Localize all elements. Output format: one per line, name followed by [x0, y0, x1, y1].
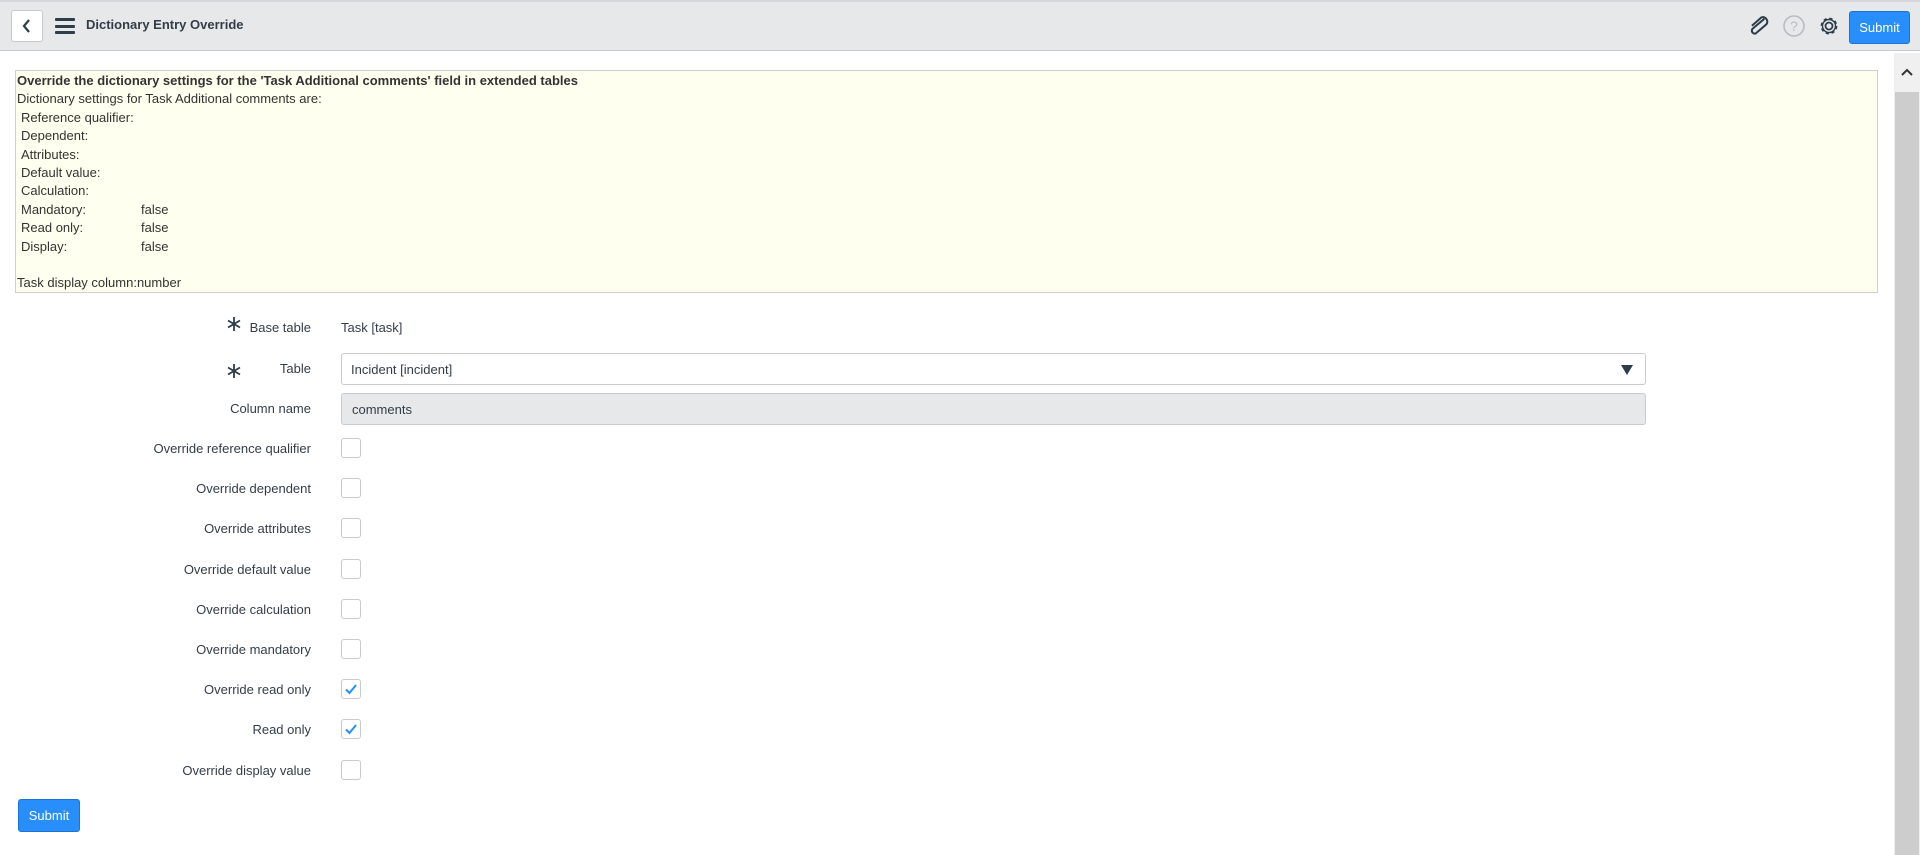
scroll-up-button[interactable] [1894, 53, 1920, 91]
gear-icon[interactable] [1817, 14, 1841, 38]
form-row-column-name: Column name comments [0, 393, 1660, 425]
chevron-up-icon [1901, 68, 1913, 76]
dictionary-info-box: Override the dictionary settings for the… [15, 70, 1878, 293]
form-row-checkbox: Override mandatory [0, 639, 1660, 661]
checkbox-label: Override mandatory [196, 642, 311, 657]
form-row-checkbox: Override display value [0, 759, 1660, 782]
override-checkbox[interactable] [341, 558, 361, 579]
override-checkbox[interactable] [341, 598, 361, 619]
table-label: Table [279, 361, 311, 376]
setting-row: Dependent: [17, 127, 1876, 145]
setting-key: Display: [21, 238, 68, 254]
override-checkbox[interactable] [341, 639, 361, 659]
required-icon [227, 317, 241, 331]
checkbox-label: Read only [252, 722, 311, 738]
override-checkbox[interactable] [341, 438, 361, 458]
required-icon [227, 364, 241, 378]
header-submit-button[interactable]: Submit [1849, 11, 1910, 44]
info-intro: Dictionary settings for Task Additional … [17, 91, 322, 107]
info-heading: Override the dictionary settings for the… [17, 73, 578, 88]
setting-row: Reference qualifier: [17, 109, 1876, 127]
table-select-value: Incident [incident] [351, 362, 453, 377]
form-row-checkbox: Override calculation [0, 598, 1660, 621]
back-icon [22, 19, 30, 33]
checkbox-label: Override dependent [196, 481, 311, 497]
form-row-checkbox: Override read only [0, 679, 1660, 701]
checkmark-icon [345, 684, 357, 695]
checkbox-label: Override calculation [196, 601, 311, 617]
form-row-base-table: Base table Task [task] [0, 312, 1660, 344]
override-checkbox[interactable] [341, 518, 361, 539]
override-checkbox[interactable] [341, 679, 361, 700]
override-checkbox[interactable] [341, 719, 361, 740]
back-button[interactable] [11, 10, 43, 42]
table-select[interactable]: Incident [incident] [341, 353, 1646, 385]
attachment-icon[interactable] [1747, 14, 1771, 38]
setting-key: Read only: [21, 220, 84, 236]
form-row-checkbox: Override dependent [0, 478, 1660, 500]
setting-row: Attributes: [17, 146, 1876, 164]
base-table-value: Task [task] [341, 320, 403, 335]
setting-key: Dependent: [21, 128, 89, 144]
svg-text:?: ? [1790, 18, 1798, 34]
help-icon[interactable]: ? [1782, 14, 1806, 38]
checkbox-label: Override read only [204, 682, 311, 698]
setting-key: Default value: [21, 165, 101, 181]
column-name-label: Column name [230, 401, 311, 416]
form-row-table: Table Incident [incident] [0, 353, 1660, 385]
checkbox-label: Override default value [183, 561, 311, 577]
setting-key: Calculation: [21, 183, 89, 199]
page-title: Dictionary Entry Override [86, 17, 244, 32]
setting-value: false [141, 220, 169, 236]
dropdown-arrow-icon [1621, 365, 1633, 375]
setting-row: Display: false [17, 238, 1876, 256]
column-name-field[interactable]: comments [341, 393, 1646, 425]
setting-row: Calculation: [17, 182, 1876, 200]
top-header: Dictionary Entry Override ? Submit [0, 0, 1920, 51]
setting-value: false [141, 201, 169, 217]
checkbox-label: Override display value [182, 762, 311, 778]
scrollbar[interactable] [1894, 53, 1920, 855]
checkmark-icon [345, 724, 357, 735]
setting-key: Attributes: [21, 146, 80, 162]
scrollbar-thumb[interactable] [1895, 92, 1919, 855]
form-row-checkbox: Override reference qualifier [0, 438, 1660, 460]
override-checkbox[interactable] [341, 759, 361, 780]
override-checkbox[interactable] [341, 478, 361, 499]
setting-key: Mandatory: [21, 201, 87, 217]
setting-row: Default value: [17, 164, 1876, 182]
form-row-checkbox: Read only [0, 719, 1660, 741]
checkbox-label: Override attributes [204, 521, 311, 537]
setting-row: Mandatory: false [17, 201, 1876, 219]
base-table-label: Base table [249, 320, 311, 335]
submit-button[interactable]: Submit [18, 799, 80, 832]
checkbox-label: Override reference qualifier [153, 441, 311, 456]
setting-row: Read only: false [17, 219, 1876, 237]
menu-icon[interactable] [55, 18, 75, 34]
info-footer: Task display column:number [17, 275, 182, 291]
setting-value: false [141, 238, 169, 254]
setting-key: Reference qualifier: [21, 109, 134, 125]
form-row-checkbox: Override default value [0, 558, 1660, 581]
form-row-checkbox: Override attributes [0, 518, 1660, 540]
